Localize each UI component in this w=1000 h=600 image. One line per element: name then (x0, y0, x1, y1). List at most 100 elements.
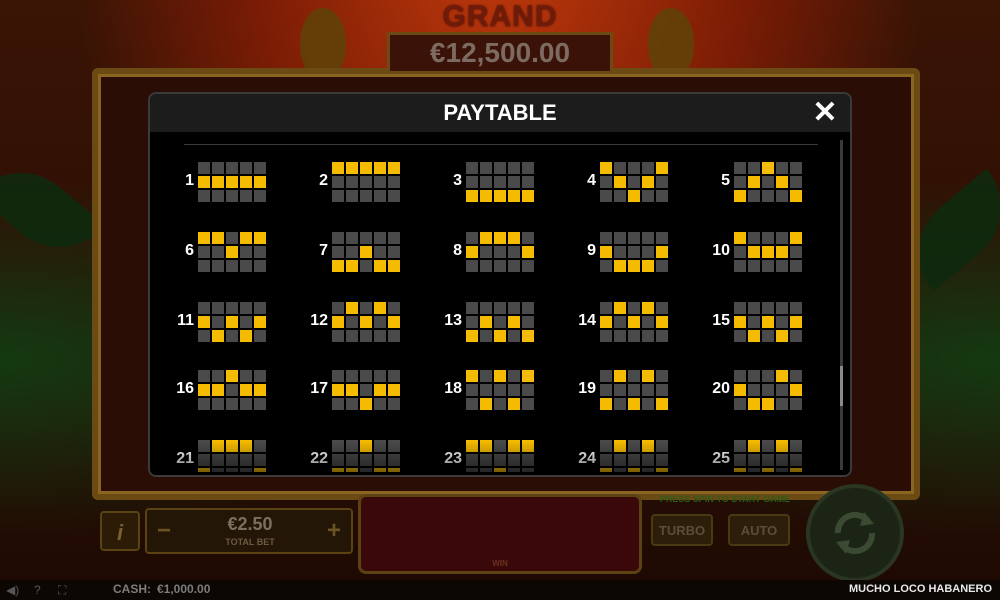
payline-cell (656, 454, 668, 466)
payline-cell (226, 260, 238, 272)
payline-cell (776, 384, 788, 396)
payline-cell-active (332, 260, 344, 272)
payline-cell (614, 454, 626, 466)
payline-cell-active (790, 232, 802, 244)
payline-cell (762, 330, 774, 342)
payline-cell-active (614, 260, 626, 272)
payline-cell-active (226, 440, 238, 452)
payline-cell-active (332, 468, 344, 472)
payline-23: 23 (426, 440, 546, 472)
payline-cell (212, 370, 224, 382)
payline-cell (734, 398, 746, 410)
payline-cell-active (388, 384, 400, 396)
payline-number: 22 (310, 450, 328, 467)
payline-cell-active (226, 316, 238, 328)
payline-cell (240, 468, 252, 472)
payline-cell (790, 260, 802, 272)
payline-cell-active (240, 384, 252, 396)
divider (184, 144, 818, 145)
payline-cell-active (614, 302, 626, 314)
close-icon[interactable]: ✕ (810, 98, 840, 128)
payline-cell (522, 232, 534, 244)
payline-number: 9 (587, 242, 596, 259)
payline-cell-active (360, 316, 372, 328)
paylines-list[interactable]: 1 2 3 4 5 6 7 8 9 10 11 12 13 14 15 16 17 18 19 20 21 22 23 24 2… (150, 146, 850, 472)
payline-cell-active (522, 246, 534, 258)
payline-cell-active (494, 330, 506, 342)
bet-panel: − €2.50 TOTAL BET + (145, 508, 353, 554)
payline-number: 10 (712, 242, 730, 259)
payline-pattern (466, 370, 534, 410)
payline-cell (494, 246, 506, 258)
payline-cell (656, 260, 668, 272)
payline-cell (776, 398, 788, 410)
payline-cell (522, 316, 534, 328)
payline-cell (790, 454, 802, 466)
grand-jackpot: GRAND €12,500.00 (378, 2, 622, 74)
payline-cell (656, 330, 668, 342)
payline-cell (198, 246, 210, 258)
info-button[interactable]: i (100, 511, 140, 551)
payline-cell (776, 162, 788, 174)
auto-button[interactable]: AUTO (728, 514, 790, 546)
payline-cell (508, 260, 520, 272)
payline-cell (642, 384, 654, 396)
payline-2: 2 (292, 162, 412, 204)
payline-cell (254, 302, 266, 314)
payline-cell (776, 260, 788, 272)
scrollbar-thumb[interactable] (840, 366, 843, 406)
payline-22: 22 (292, 440, 412, 472)
payline-cell (212, 260, 224, 272)
payline-number: 18 (444, 380, 462, 397)
spin-button[interactable] (806, 484, 904, 582)
payline-number: 17 (310, 380, 328, 397)
payline-pattern (466, 302, 534, 342)
sound-icon[interactable]: ◀) (6, 583, 19, 597)
payline-cell (522, 176, 534, 188)
payline-cell (494, 316, 506, 328)
payline-number: 21 (176, 450, 194, 467)
payline-8: 8 (426, 232, 546, 274)
payline-cell-active (656, 316, 668, 328)
payline-cell (332, 370, 344, 382)
fullscreen-icon[interactable]: ⛶ (58, 583, 66, 598)
payline-cell (198, 330, 210, 342)
payline-cell (226, 232, 238, 244)
payline-number: 24 (578, 450, 596, 467)
payline-cell-active (600, 162, 612, 174)
payline-cell (762, 190, 774, 202)
payline-cell (522, 260, 534, 272)
payline-cell-active (374, 162, 386, 174)
payline-cell (360, 232, 372, 244)
help-icon[interactable]: ? (34, 583, 41, 597)
scrollbar-track[interactable] (840, 140, 843, 470)
turbo-button[interactable]: TURBO (651, 514, 713, 546)
payline-cell-active (642, 440, 654, 452)
bet-increase-button[interactable]: + (323, 516, 345, 546)
payline-cell (466, 302, 478, 314)
payline-19: 19 (560, 370, 680, 412)
payline-cell (254, 398, 266, 410)
payline-pattern (734, 440, 802, 472)
payline-cell (374, 398, 386, 410)
bet-decrease-button[interactable]: − (153, 516, 175, 546)
payline-cell (600, 454, 612, 466)
payline-pattern (198, 440, 266, 472)
payline-cell (748, 162, 760, 174)
payline-cell-active (628, 190, 640, 202)
payline-cell-active (762, 162, 774, 174)
payline-cell (388, 176, 400, 188)
payline-cell-active (734, 468, 746, 472)
payline-cell (332, 176, 344, 188)
payline-cell-active (374, 468, 386, 472)
payline-pattern (198, 232, 266, 272)
payline-cell (388, 190, 400, 202)
payline-cell (508, 454, 520, 466)
payline-cell-active (508, 316, 520, 328)
payline-cell (628, 246, 640, 258)
payline-cell-active (198, 232, 210, 244)
payline-cell (360, 454, 372, 466)
payline-cell (466, 316, 478, 328)
payline-cell-active (508, 398, 520, 410)
payline-pattern (198, 370, 266, 410)
